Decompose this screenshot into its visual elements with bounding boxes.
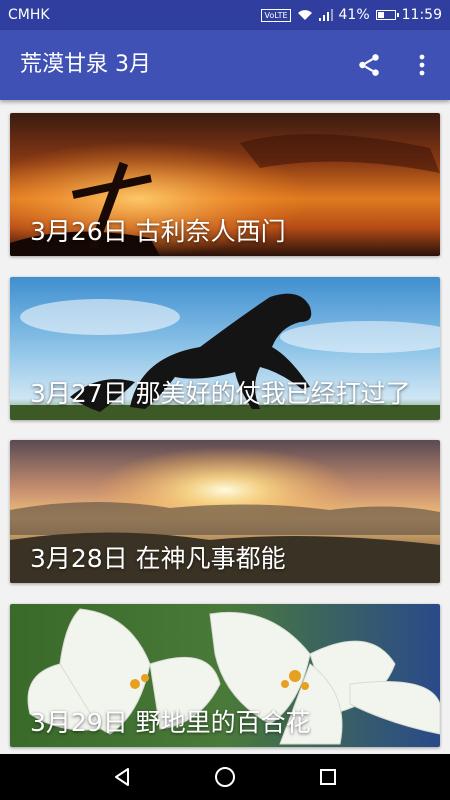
share-icon (359, 54, 379, 76)
status-bar: CMHK VoLTE 41% 11:59 (0, 0, 450, 30)
page-title: 荒漠甘泉 3月 (20, 52, 151, 77)
system-nav-bar (0, 754, 450, 800)
battery-percent: 41% (338, 7, 370, 23)
more-vert-icon (419, 54, 425, 76)
home-circle-icon (214, 767, 235, 787)
back-triangle-icon (114, 768, 129, 786)
clock: 11:59 (401, 7, 442, 23)
status-icons: VoLTE 41% 11:59 (261, 7, 442, 23)
devotion-card[interactable]: 3月28日 在神凡事都能 (10, 440, 440, 583)
wifi-icon (297, 10, 312, 20)
card-title: 3月26日 古利奈人西门 (30, 217, 286, 246)
card-title: 3月27日 那美好的仗我已经打过了 (30, 379, 411, 408)
devotion-card[interactable]: 3月29日 野地里的百合花 (10, 604, 440, 747)
home-button[interactable] (207, 759, 243, 795)
card-title: 3月28日 在神凡事都能 (30, 544, 286, 573)
recents-button[interactable] (310, 759, 346, 795)
volte-icon: VoLTE (261, 8, 291, 22)
more-options-button[interactable] (408, 48, 436, 82)
carrier-label: CMHK (8, 7, 50, 23)
card-title: 3月29日 野地里的百合花 (30, 708, 311, 737)
app-bar: 荒漠甘泉 3月 (0, 30, 450, 100)
share-button[interactable] (352, 48, 386, 82)
devotion-card[interactable]: 3月26日 古利奈人西门 (10, 113, 440, 256)
devotion-card[interactable]: 3月27日 那美好的仗我已经打过了 (10, 277, 440, 420)
recents-square-icon (320, 769, 337, 785)
battery-icon (375, 10, 399, 20)
signal-icon (318, 9, 333, 21)
back-button[interactable] (104, 759, 140, 795)
